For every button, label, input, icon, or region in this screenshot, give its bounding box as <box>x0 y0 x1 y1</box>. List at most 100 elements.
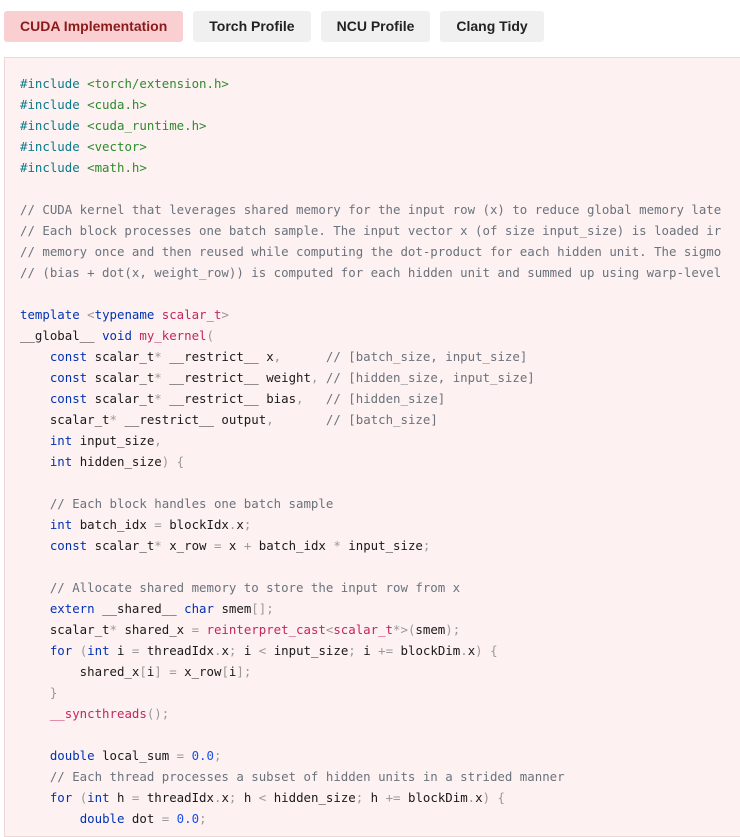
code-line: double dot = 0.0; <box>20 808 721 829</box>
code-token: , <box>273 349 326 364</box>
code-token: } <box>49 685 58 700</box>
code-token: int <box>49 433 80 448</box>
code-token: x <box>475 790 483 805</box>
code-token: __syncthreads <box>49 706 147 721</box>
code-token: [ <box>221 664 229 679</box>
code-line: scalar_t* shared_x = reinterpret_cast<sc… <box>20 619 721 640</box>
code-token: __restrict__ output <box>124 412 267 427</box>
code-token: *>( <box>393 622 416 637</box>
code-token: ; <box>422 538 431 553</box>
code-token: * <box>154 370 170 385</box>
code-token: ); <box>445 622 461 637</box>
code-token: . <box>460 643 468 658</box>
tab-ncu-profile[interactable]: NCU Profile <box>320 11 431 42</box>
code-token: #include <box>20 76 88 91</box>
code-token: = <box>131 643 147 658</box>
code-token: threadIdx <box>146 790 214 805</box>
code-token: scalar_t <box>94 370 155 385</box>
code-token: < <box>258 643 274 658</box>
code-token: h <box>243 790 259 805</box>
code-token: ; <box>228 790 244 805</box>
code-token: < <box>87 307 95 322</box>
code-token: ] = <box>154 664 185 679</box>
code-line: __global__ void my_kernel( <box>20 325 721 346</box>
code-token: hidden_size <box>79 454 162 469</box>
code-token: double <box>79 811 132 826</box>
code-token: __global__ <box>20 328 103 343</box>
code-token: #include <box>20 97 88 112</box>
code-token: <cuda_runtime.h> <box>87 118 207 133</box>
code-line: // Each block processes one batch sample… <box>20 220 721 241</box>
code-token: my_kernel <box>139 328 207 343</box>
code-token: = <box>213 538 229 553</box>
code-token: // (bias + dot(x, weight_row)) is comput… <box>20 265 722 280</box>
code-token: x <box>221 643 229 658</box>
code-token: ]; <box>236 664 252 679</box>
code-line: // Allocate shared memory to store the i… <box>20 577 721 598</box>
tab-bar: CUDA Implementation Torch Profile NCU Prof… <box>4 11 544 42</box>
code-token: #include <box>20 160 88 175</box>
code-token: __restrict__ bias <box>169 391 297 406</box>
code-token: const <box>49 370 95 385</box>
code-line: for (int h = threadIdx.x; h < hidden_siz… <box>20 787 721 808</box>
code-token: int <box>87 643 117 658</box>
code-line: #include <torch/extension.h> <box>20 73 721 94</box>
tab-clang-tidy[interactable]: Clang Tidy <box>440 11 544 42</box>
code-token: for <box>49 790 80 805</box>
code-token: i <box>363 643 379 658</box>
code-line: int batch_idx = blockIdx.x; <box>20 514 721 535</box>
code-token: * <box>109 622 125 637</box>
code-token: scalar_t <box>20 412 110 427</box>
code-line: // memory once and then reused while com… <box>20 241 721 262</box>
code-line: // (bias + dot(x, weight_row)) is comput… <box>20 262 721 283</box>
code-token: ; <box>213 748 222 763</box>
code-token: ; <box>199 811 207 826</box>
code-token: shared_x <box>124 622 192 637</box>
code-token: * <box>333 538 349 553</box>
tab-cuda-implementation[interactable]: CUDA Implementation <box>4 11 184 42</box>
code-line: __syncthreads(); <box>20 703 721 724</box>
code-token: int <box>49 454 80 469</box>
code-token: = <box>176 748 192 763</box>
code-token: h <box>117 790 132 805</box>
code-token: blockIdx <box>169 517 229 532</box>
code-token: 0.0 <box>191 748 214 763</box>
code-token: const <box>49 391 95 406</box>
code-token: scalar_t <box>20 622 110 637</box>
code-line: const scalar_t* __restrict__ weight, // … <box>20 367 721 388</box>
code-token: , <box>310 370 326 385</box>
code-viewer[interactable]: #include <torch/extension.h> #include <cu… <box>4 57 740 837</box>
code-token: []; <box>251 601 274 616</box>
code-token: scalar_t <box>333 622 394 637</box>
code-token: > <box>221 307 229 322</box>
code-token: // memory once and then reused while com… <box>20 244 722 259</box>
code-line: // Each thread processes a subset of hid… <box>20 766 721 787</box>
code-token: batch_idx <box>258 538 334 553</box>
code-token: for <box>49 643 80 658</box>
code-token: // Allocate shared memory to store the i… <box>49 580 461 595</box>
code-token: blockDim <box>400 643 461 658</box>
code-token: scalar_t <box>94 391 155 406</box>
code-token: __restrict__ x <box>169 349 274 364</box>
code-token: threadIdx <box>146 643 214 658</box>
code-token: // [hidden_size, input_size] <box>325 370 535 385</box>
code-token: reinterpret_cast <box>206 622 326 637</box>
code-token: ; <box>228 643 244 658</box>
tab-torch-profile[interactable]: Torch Profile <box>193 11 311 42</box>
code-token: [ <box>139 664 147 679</box>
code-token: #include <box>20 118 88 133</box>
code-line: #include <math.h> <box>20 157 721 178</box>
